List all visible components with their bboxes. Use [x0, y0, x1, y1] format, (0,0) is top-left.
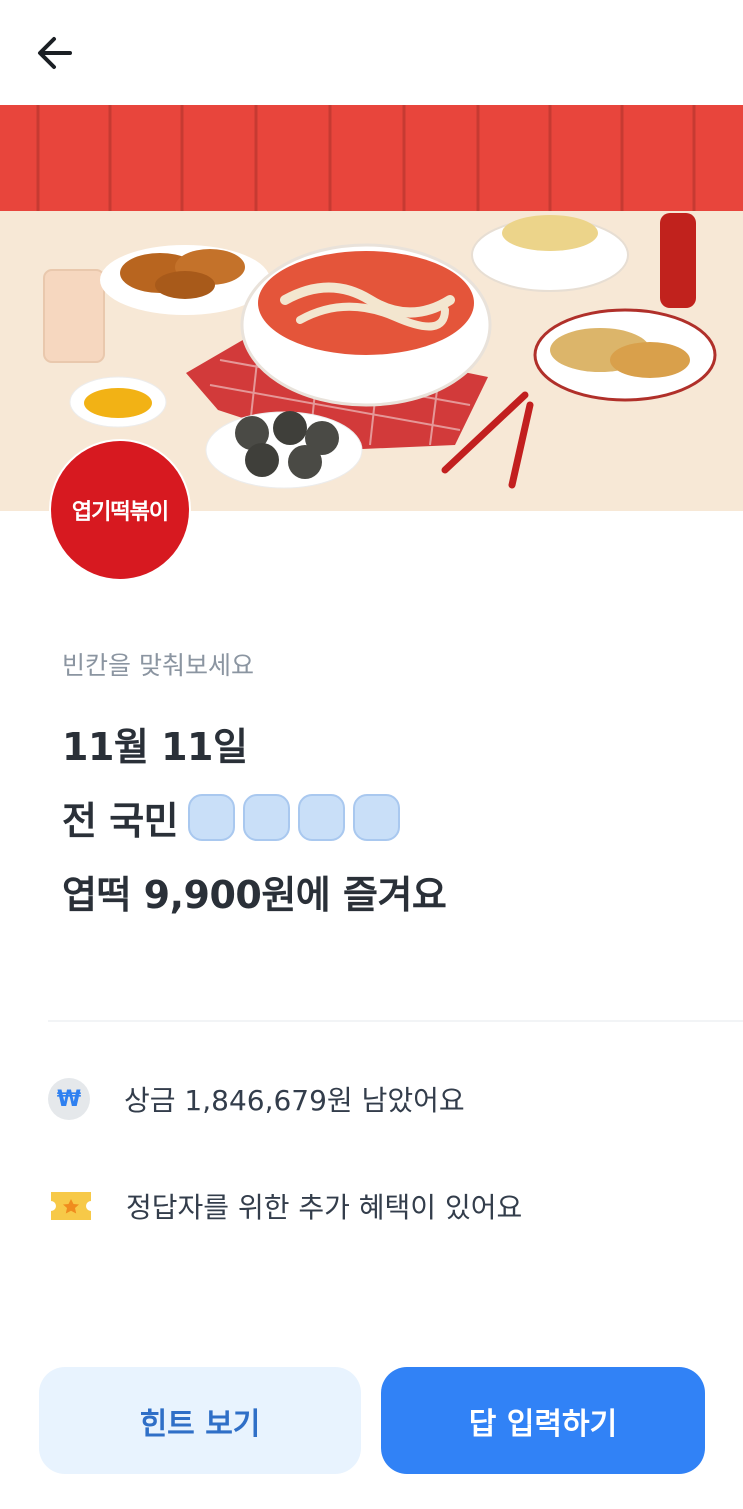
quiz-line-2-prefix: 전 국민 [62, 799, 179, 843]
arrow-left-icon [38, 37, 72, 69]
enter-answer-button[interactable]: 답 입력하기 [381, 1367, 705, 1474]
answer-blank [243, 794, 291, 841]
divider [48, 1020, 743, 1022]
answer-blank [353, 794, 401, 841]
back-button[interactable] [30, 30, 80, 80]
bonus-info-row: 정답자를 위한 추가 혜택이 있어요 [48, 1186, 522, 1226]
answer-blank [298, 794, 346, 841]
quiz-instruction: 빈칸을 맞춰보세요 [62, 651, 254, 680]
hint-button[interactable]: 힌트 보기 [39, 1367, 361, 1474]
answer-blanks [188, 794, 401, 841]
brand-logo: 엽기떡볶이 [51, 441, 189, 579]
prize-text: 상금 1,846,679원 남았어요 [124, 1084, 465, 1117]
quiz-line-3: 엽떡 9,900원에 즐겨요 [62, 873, 447, 917]
answer-blank [188, 794, 236, 841]
bonus-text: 정답자를 위한 추가 혜택이 있어요 [126, 1191, 523, 1224]
ticket-icon [51, 1192, 91, 1220]
quiz-line-1: 11월 11일 [62, 725, 248, 769]
prize-info-row: ₩ 상금 1,846,679원 남았어요 [48, 1078, 465, 1120]
quiz-line-2: 전 국민 [62, 790, 401, 845]
won-coin-icon: ₩ [48, 1078, 90, 1120]
brand-logo-text: 엽기떡볶이 [71, 500, 169, 525]
